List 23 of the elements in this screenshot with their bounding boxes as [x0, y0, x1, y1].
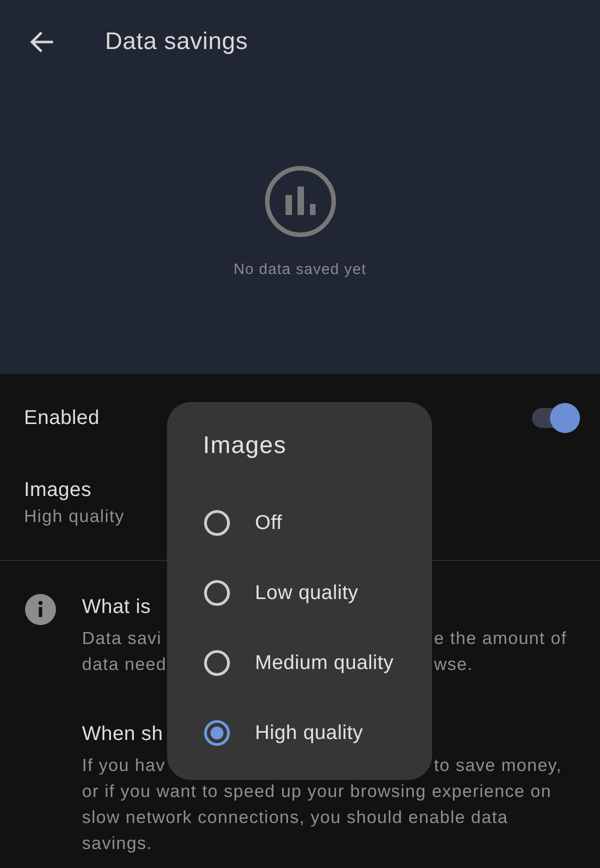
radio-option[interactable]: Off: [167, 488, 432, 558]
radio-option[interactable]: Medium quality: [167, 628, 432, 698]
radio-option[interactable]: Low quality: [167, 558, 432, 628]
description-text: to save money,: [434, 754, 562, 777]
dialog-title: Images: [203, 432, 287, 460]
setting-label: Images: [24, 478, 92, 503]
description-text: data need: [82, 653, 167, 676]
description-text: If you hav: [82, 754, 166, 777]
empty-state-message: No data saved yet: [234, 260, 366, 280]
bar-chart-icon: [264, 166, 336, 237]
description-text: wse.: [434, 653, 473, 676]
info-icon: [25, 594, 56, 625]
setting-value: High quality: [24, 505, 124, 528]
description-text: e the amount of: [434, 627, 567, 650]
page-title: Data savings: [105, 27, 248, 57]
back-icon[interactable]: [30, 31, 54, 53]
radio-option[interactable]: High quality: [167, 698, 432, 768]
toggle-switch[interactable]: [532, 403, 580, 433]
section-title: What is: [82, 595, 151, 620]
section-title: When sh: [82, 722, 164, 747]
description-text: Data savi: [82, 627, 162, 650]
description-text: or if you want to speed up your browsing experience on slow network connections, you should enable data savings.: [82, 780, 553, 855]
setting-label: Enabled: [24, 406, 100, 431]
